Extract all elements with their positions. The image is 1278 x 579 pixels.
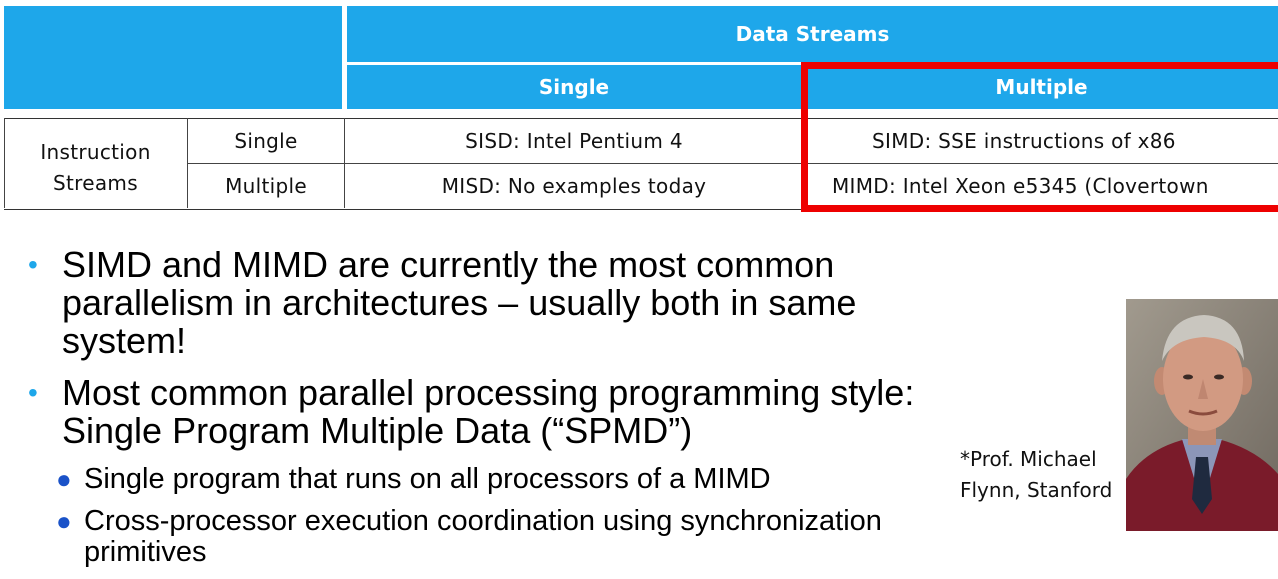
- photo-caption: *Prof. Michael Flynn, Stanford: [960, 444, 1112, 506]
- row-label-multiple: Multiple: [225, 174, 307, 198]
- sub-bullet-dot-icon: ●: [56, 464, 72, 494]
- caption-line2: Flynn, Stanford: [960, 478, 1113, 502]
- table-header-corner: [4, 6, 342, 109]
- bullet-text: Most common parallel processing programm…: [62, 372, 915, 451]
- caption-line1: *Prof. Michael: [960, 447, 1097, 471]
- sub-bullet-text: Cross-processor execution coordination u…: [84, 505, 882, 568]
- row-label-single: Single: [234, 129, 298, 153]
- bullet-text: SIMD and MIMD are currently the most com…: [62, 244, 857, 361]
- bullet-dot-icon: •: [28, 377, 38, 408]
- bullet-dot-icon: •: [28, 249, 38, 280]
- highlight-box: [801, 62, 1278, 212]
- sub-bullet-item: ● Single program that runs on all proces…: [28, 464, 958, 495]
- sub-bullet-dot-icon: ●: [56, 506, 72, 536]
- bullet-item: • SIMD and MIMD are currently the most c…: [28, 246, 958, 360]
- cell-misd: MISD: No examples today: [441, 174, 707, 198]
- row-group-label-line1: Instruction: [40, 140, 151, 164]
- sub-bullet-item: ● Cross-processor execution coordination…: [28, 506, 958, 568]
- portrait-illustration: [1126, 299, 1278, 531]
- header-data-streams: Data Streams: [347, 6, 1278, 62]
- bullet-item: • Most common parallel processing progra…: [28, 374, 958, 450]
- sub-bullet-text: Single program that runs on all processo…: [84, 463, 771, 495]
- bullet-list: • SIMD and MIMD are currently the most c…: [28, 246, 958, 579]
- header-single: Single: [347, 65, 801, 109]
- portrait-photo: [1126, 299, 1278, 531]
- cell-sisd: SISD: Intel Pentium 4: [465, 129, 683, 153]
- row-group-label-line2: Streams: [53, 171, 138, 195]
